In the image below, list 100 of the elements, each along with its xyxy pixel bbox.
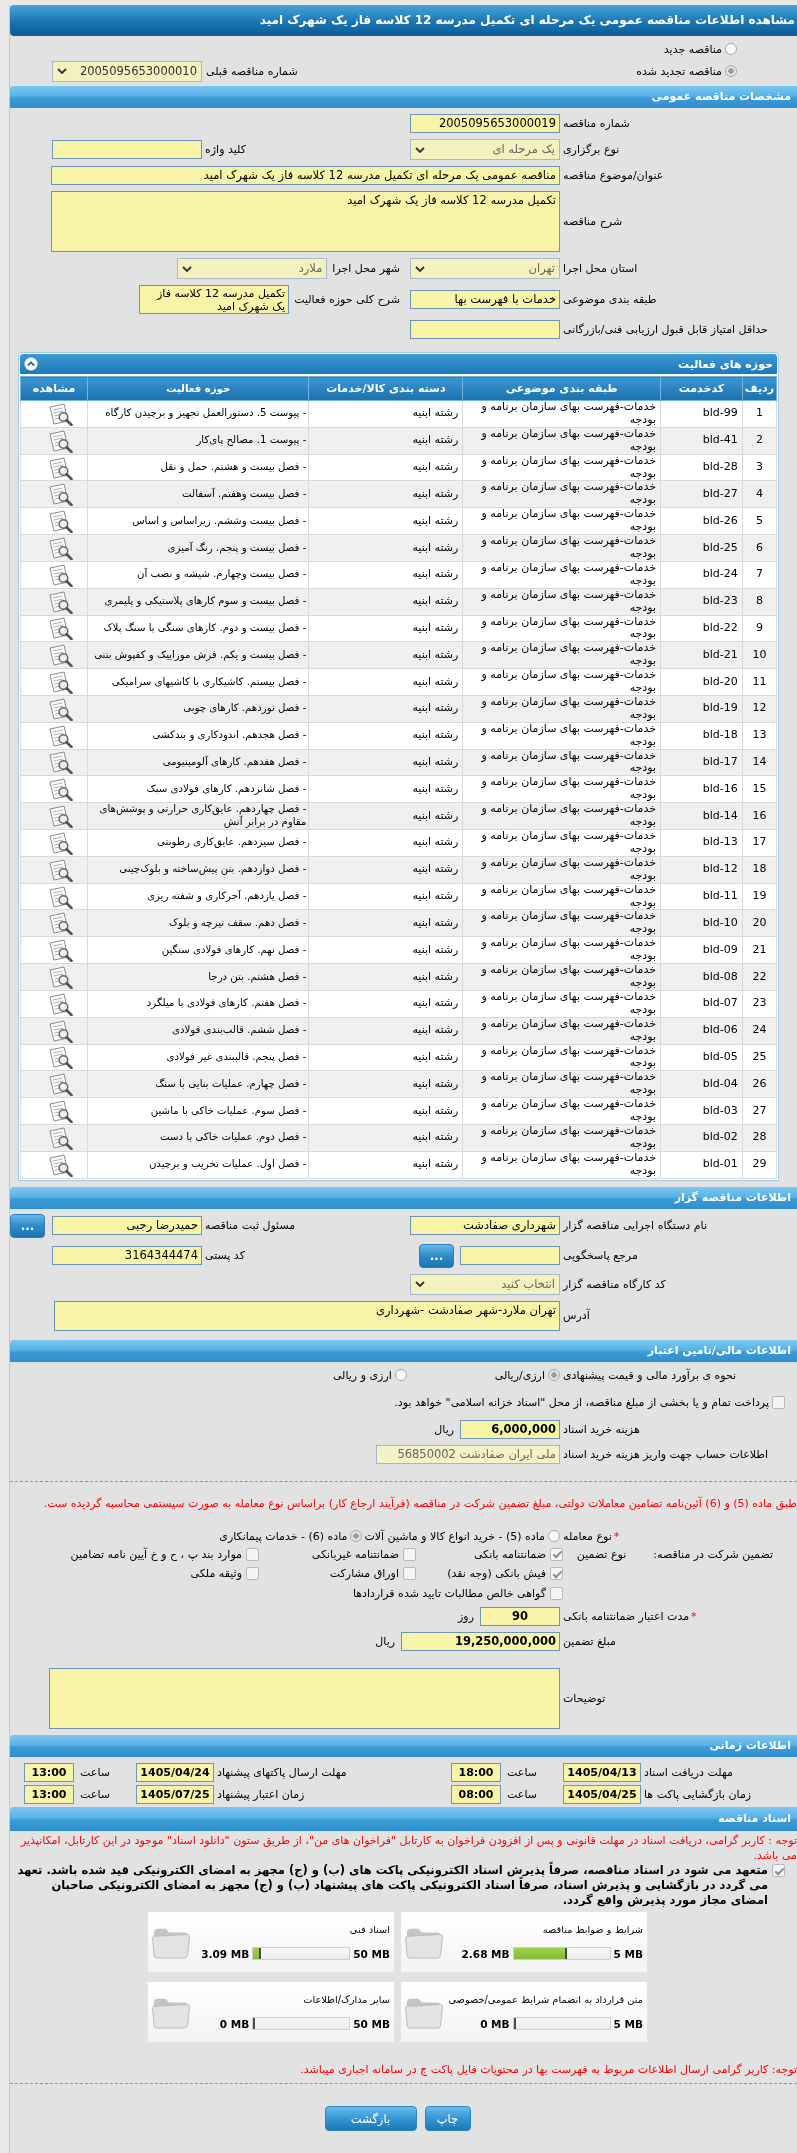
more-button[interactable]: ... <box>419 1243 454 1268</box>
document-search-icon[interactable] <box>47 911 74 936</box>
time-field[interactable]: 08:00 <box>451 1784 501 1804</box>
document-search-icon[interactable] <box>47 1018 74 1043</box>
text-field[interactable]: شهرداری صفادشت <box>410 1216 560 1236</box>
document-search-icon[interactable] <box>47 991 74 1016</box>
document-search-icon[interactable] <box>47 670 74 695</box>
radio-label: ارزی/ریالی <box>494 1368 545 1382</box>
text-field[interactable]: 90 <box>480 1607 560 1627</box>
checkbox[interactable] <box>550 1547 563 1561</box>
document-search-icon[interactable] <box>47 1125 74 1150</box>
radio-button[interactable] <box>548 1369 560 1382</box>
time-field[interactable]: 13:00 <box>24 1762 74 1782</box>
document-search-icon[interactable] <box>47 830 74 855</box>
table-cell: bld-13 <box>660 829 743 857</box>
dropdown[interactable]: ملارد <box>177 258 328 279</box>
checkbox[interactable] <box>550 1567 563 1581</box>
text-field[interactable]: خدمات با فهرست بها <box>410 290 560 309</box>
table-cell: 24 <box>742 1017 777 1044</box>
date-field[interactable]: 1405/04/13 <box>563 1762 641 1782</box>
dropdown[interactable]: تهران <box>410 258 560 279</box>
document-search-icon[interactable] <box>47 1099 74 1124</box>
document-search-icon[interactable] <box>47 1152 74 1177</box>
file-name: اسناد فنی <box>348 1924 390 1936</box>
dropdown[interactable]: یک مرحله ای <box>410 139 560 160</box>
document-search-icon[interactable] <box>47 455 74 480</box>
checkbox[interactable] <box>403 1547 416 1561</box>
text-field[interactable]: 6,000,000 <box>460 1419 560 1439</box>
checkbox[interactable] <box>246 1567 259 1581</box>
column-header[interactable]: حوزه فعالیت <box>87 376 309 401</box>
document-search-icon[interactable] <box>47 723 74 748</box>
text-field[interactable]: 19,250,000,000 <box>401 1632 560 1652</box>
field-label: شماره مناقصه قبلی <box>206 64 298 78</box>
document-search-icon[interactable] <box>47 401 74 426</box>
text-area[interactable]: تهران ملارد-شهر صفادشت -شهرداری <box>54 1300 560 1331</box>
column-header[interactable]: ردیف <box>742 376 777 401</box>
date-field[interactable]: 1405/04/25 <box>563 1784 641 1804</box>
table-cell: - فصل اول. عملیات تخریب و برچیدن <box>87 1151 309 1179</box>
document-search-icon[interactable] <box>47 616 74 641</box>
document-search-icon[interactable] <box>47 589 74 614</box>
checkbox[interactable] <box>772 1864 785 1878</box>
document-search-icon[interactable] <box>47 1072 74 1097</box>
document-search-icon[interactable] <box>47 938 74 963</box>
document-search-icon[interactable] <box>47 696 74 721</box>
document-search-icon[interactable] <box>47 964 74 989</box>
date-field[interactable]: 1405/04/24 <box>136 1762 214 1782</box>
text-field[interactable]: ملی ایران صفادشت 56850002 <box>376 1444 560 1464</box>
table-cell: خدمات-فهرست بهای سازمان برنامه و بودجه <box>462 1017 661 1044</box>
time-field[interactable]: 18:00 <box>451 1762 501 1782</box>
collapse-icon[interactable] <box>24 357 38 371</box>
column-header[interactable]: دسته بندی کالا/خدمات <box>308 376 463 401</box>
file-name: سایر مدارک/اطلاعات <box>302 1994 390 2006</box>
text-area[interactable]: تکمیل مدرسه 12 کلاسه فاز یک شهرک امید <box>139 285 290 314</box>
text-field[interactable]: 3164344474 <box>52 1246 202 1266</box>
radio-button[interactable] <box>725 65 737 77</box>
checkbox[interactable] <box>403 1567 416 1581</box>
column-header[interactable]: کدخدمت <box>660 376 743 401</box>
table-cell: 10 <box>742 641 777 669</box>
table-cell: - فصل بیست وششم. زیراساس و اساس <box>87 507 309 535</box>
checkbox[interactable] <box>772 1395 785 1409</box>
radio-button[interactable] <box>350 1530 363 1543</box>
checkbox[interactable] <box>550 1586 563 1600</box>
document-search-icon[interactable] <box>47 750 74 775</box>
table-cell: خدمات-فهرست بهای سازمان برنامه و بودجه <box>462 695 661 723</box>
document-search-icon[interactable] <box>47 428 74 453</box>
document-search-icon[interactable] <box>47 562 74 587</box>
document-search-icon[interactable] <box>47 535 74 560</box>
document-search-icon[interactable] <box>47 804 74 829</box>
action-button[interactable]: بازگشت <box>324 2106 417 2132</box>
document-search-icon[interactable] <box>47 857 74 882</box>
time-field[interactable]: 13:00 <box>24 1784 74 1804</box>
dropdown[interactable]: 2005095653000010 <box>52 60 202 82</box>
text-area[interactable] <box>49 1668 560 1730</box>
table-cell: bld-14 <box>660 802 743 830</box>
text-field[interactable]: 2005095653000019 <box>410 114 560 133</box>
document-search-icon[interactable] <box>47 509 74 534</box>
radio-button[interactable] <box>725 43 737 55</box>
text-area[interactable]: تکمیل مدرسه 12 کلاسه فاز یک شهرک امید <box>51 191 560 252</box>
text-field[interactable]: مناقصه عمومی یک مرحله ای تکمیل مدرسه 12 کلاسه فاز یک شهرک امید <box>51 166 560 185</box>
document-search-icon[interactable] <box>47 482 74 507</box>
text-field[interactable] <box>460 1246 560 1266</box>
radio-button[interactable] <box>394 1369 407 1382</box>
column-header[interactable]: مشاهده <box>20 376 88 401</box>
action-button[interactable]: چاپ <box>424 2106 471 2132</box>
text-field[interactable] <box>410 320 560 339</box>
document-search-icon[interactable] <box>47 1045 74 1070</box>
dropdown[interactable]: انتخاب کنید <box>410 1273 560 1295</box>
column-header[interactable]: طبقه بندی موضوعی <box>462 376 661 401</box>
text-field[interactable] <box>52 140 202 159</box>
document-search-icon[interactable] <box>47 643 74 668</box>
unit-label: ریال <box>434 1422 454 1436</box>
more-button[interactable]: ... <box>10 1213 45 1238</box>
text-field[interactable]: حمیدرضا رجبی <box>52 1216 202 1236</box>
document-search-icon[interactable] <box>47 884 74 909</box>
date-field[interactable]: 1405/07/25 <box>136 1784 214 1804</box>
checkbox[interactable] <box>246 1547 259 1561</box>
table-cell: bld-06 <box>660 1017 743 1044</box>
caret-icon <box>57 68 67 74</box>
document-search-icon[interactable] <box>47 777 74 802</box>
radio-button[interactable] <box>548 1530 560 1543</box>
